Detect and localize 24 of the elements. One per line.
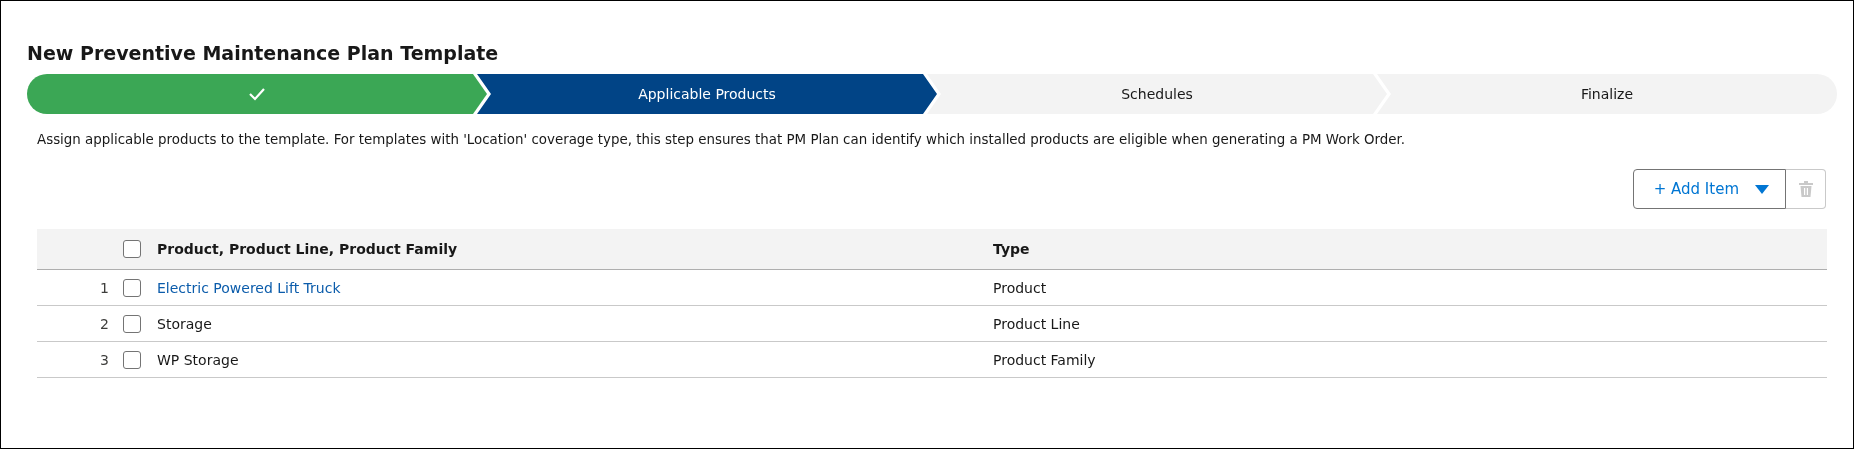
description: Assign applicable products to the template. For templates with 'Location' coverage type, this step ensures that PM Plan can identify which installed products are eligible when generating a PM Work Order. — [37, 132, 1406, 147]
check-icon — [248, 87, 266, 101]
table-cell-text: Product Family — [993, 351, 1097, 368]
path-step[interactable]: Finalize — [1377, 74, 1837, 114]
table-cell-text: Product Line — [993, 315, 1081, 332]
table-cell: Storage — [157, 315, 212, 332]
column-header: Type — [993, 241, 1031, 257]
checkbox[interactable] — [123, 240, 141, 258]
caret-icon — [1755, 184, 1769, 194]
row-number: 1 — [99, 279, 109, 296]
row-number: 3 — [99, 351, 109, 368]
trash-icon — [1798, 181, 1813, 197]
add-item-button[interactable]: + Add Item — [1632, 169, 1786, 209]
row-number: 2 — [99, 315, 109, 332]
product-link[interactable]: Electric Powered Lift Truck — [157, 279, 341, 296]
path-step[interactable]: Schedules — [927, 74, 1387, 114]
table-cell-text: Product — [993, 279, 1048, 296]
path-step[interactable]: Applicable Products — [477, 74, 937, 114]
checkbox[interactable] — [123, 278, 141, 297]
page-title: New Preventive Maintenance Plan Template — [27, 42, 500, 64]
table-cell: WP Storage — [157, 351, 239, 368]
column-header: Product, Product Line, Product Family — [157, 241, 459, 257]
checkbox[interactable] — [123, 314, 141, 333]
checkbox[interactable] — [123, 350, 141, 369]
